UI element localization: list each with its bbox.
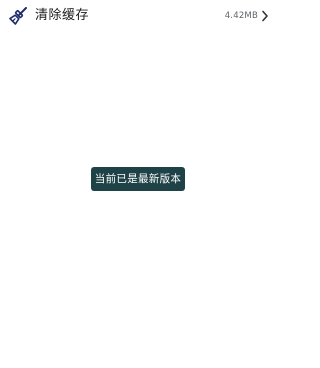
- toast-message: 当前已是最新版本: [91, 167, 185, 191]
- cache-size-value: 4.42MB: [224, 11, 258, 21]
- settings-screen: 清除缓存 4.42MB 当前已是最新版本: [0, 0, 276, 368]
- clear-cache-label: 清除缓存: [35, 8, 90, 23]
- clear-cache-row[interactable]: 清除缓存 4.42MB: [0, 0, 276, 32]
- broom-icon: [9, 7, 27, 25]
- chevron-right-icon: [262, 10, 268, 22]
